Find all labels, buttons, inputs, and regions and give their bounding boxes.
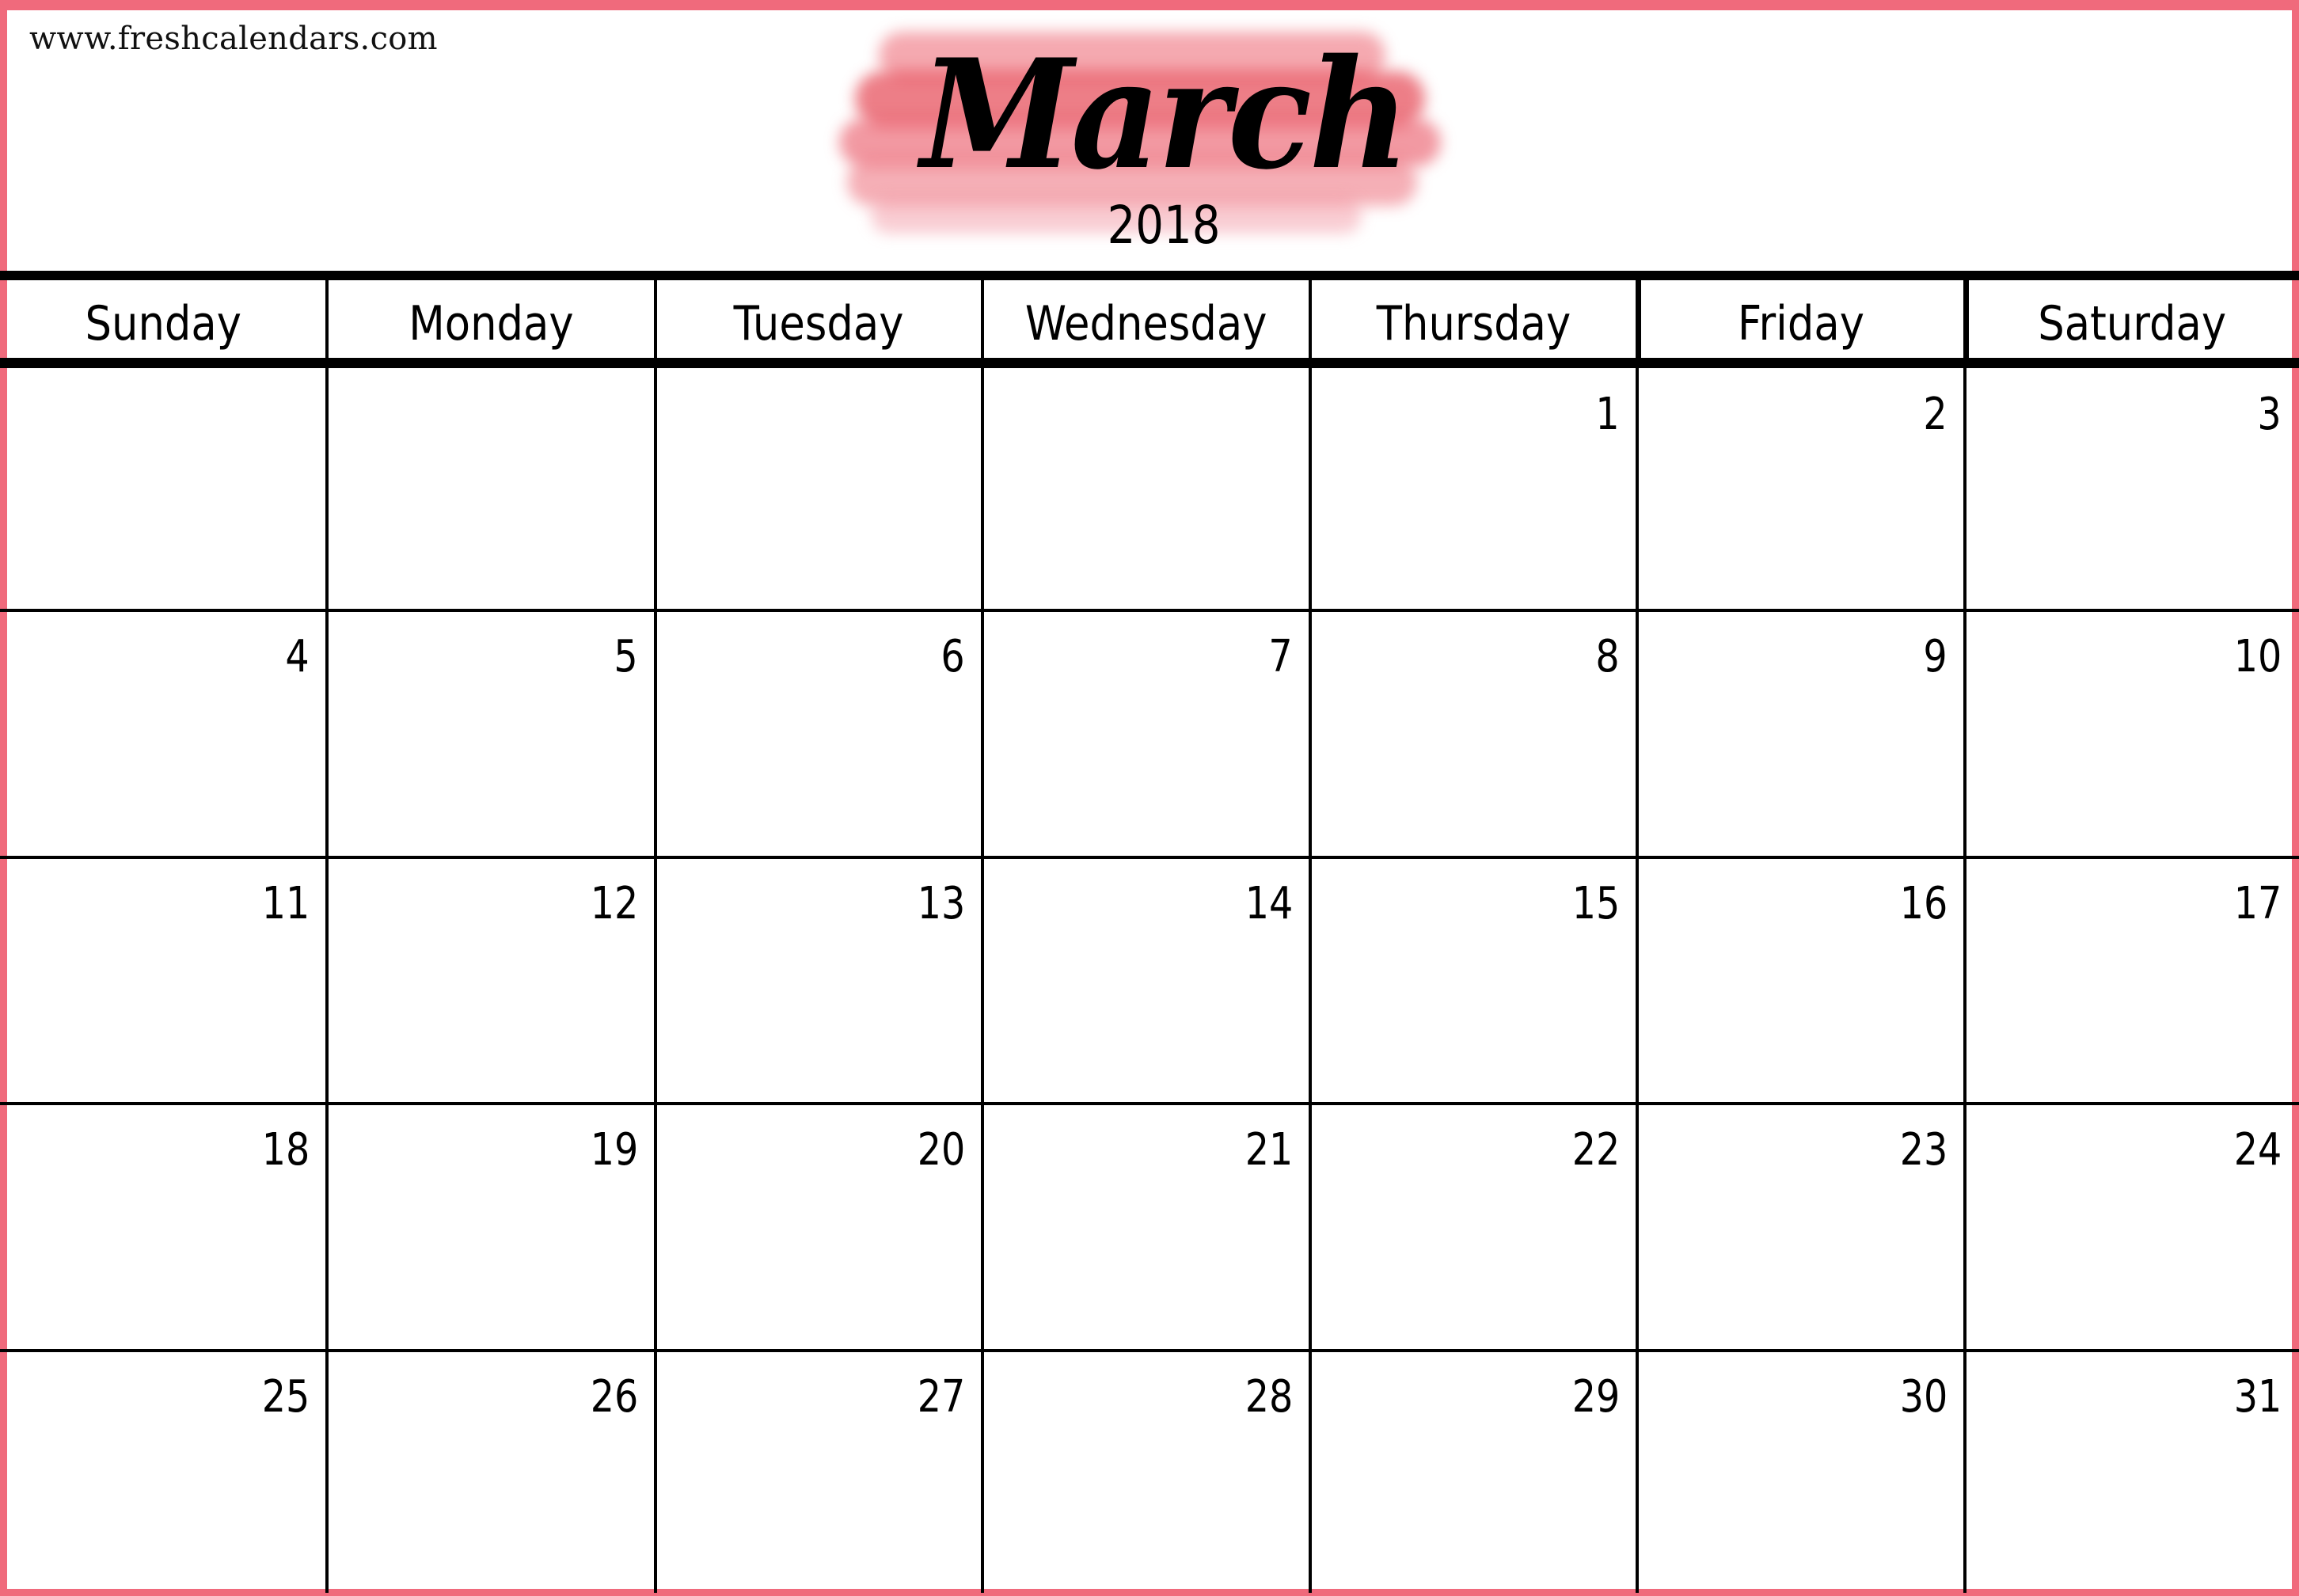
day-number: 22	[1571, 1124, 1620, 1176]
day-cell[interactable]: 20	[656, 1104, 982, 1351]
day-cell[interactable]: 7	[982, 610, 1310, 857]
empty-day-cell[interactable]	[982, 368, 1310, 610]
day-number: 4	[285, 631, 310, 682]
day-cell[interactable]: 27	[656, 1351, 982, 1593]
day-number: 9	[1923, 631, 1948, 682]
day-cell[interactable]: 23	[1637, 1104, 1965, 1351]
weekday-label: Monday	[408, 296, 574, 352]
day-number: 26	[590, 1371, 638, 1423]
day-number: 30	[1899, 1371, 1948, 1423]
day-cell[interactable]: 11	[0, 857, 327, 1104]
day-cell[interactable]: 22	[1310, 1104, 1637, 1351]
day-number: 24	[2233, 1124, 2282, 1176]
day-cell[interactable]: 2	[1637, 368, 1965, 610]
day-number: 10	[2233, 631, 2282, 682]
title-block: March 2018	[823, 16, 1504, 253]
day-cell[interactable]: 1	[1310, 368, 1637, 610]
day-number: 28	[1244, 1371, 1293, 1423]
day-number: 2	[1923, 389, 1948, 440]
month-title: March	[921, 26, 1410, 203]
year-title: 2018	[1107, 195, 1221, 256]
day-number: 17	[2233, 878, 2282, 929]
day-number: 1	[1595, 389, 1620, 440]
day-number: 21	[1244, 1124, 1293, 1176]
weekday-header-saturday: Saturday	[1965, 280, 2299, 358]
day-cell[interactable]: 28	[982, 1351, 1310, 1593]
weekday-label: Sunday	[85, 296, 242, 352]
empty-day-cell[interactable]	[0, 368, 327, 610]
day-cell[interactable]: 13	[656, 857, 982, 1104]
day-number: 8	[1595, 631, 1620, 682]
weekday-label: Saturday	[2038, 296, 2226, 352]
day-cell[interactable]: 4	[0, 610, 327, 857]
day-cell[interactable]: 21	[982, 1104, 1310, 1351]
day-cell[interactable]: 26	[327, 1351, 656, 1593]
day-number: 23	[1899, 1124, 1948, 1176]
day-cell[interactable]: 14	[982, 857, 1310, 1104]
calendar-grid: Sunday Monday Tuesday Wednesday Thursday Frid…	[0, 271, 2299, 1593]
weekday-header-monday: Monday	[327, 280, 656, 358]
weekday-header-friday: Friday	[1637, 280, 1965, 358]
day-cell[interactable]: 30	[1637, 1351, 1965, 1593]
day-cell[interactable]: 6	[656, 610, 982, 857]
day-cell[interactable]: 9	[1637, 610, 1965, 857]
day-number: 27	[917, 1371, 965, 1423]
day-number: 19	[590, 1124, 638, 1176]
day-number: 12	[590, 878, 638, 929]
weekday-label: Friday	[1737, 296, 1865, 352]
weekday-label: Wednesday	[1025, 296, 1267, 352]
weekday-header-tuesday: Tuesday	[656, 280, 982, 358]
day-number: 20	[917, 1124, 965, 1176]
day-cell[interactable]: 15	[1310, 857, 1637, 1104]
weekday-header-thursday: Thursday	[1310, 280, 1637, 358]
day-number: 6	[940, 631, 965, 682]
day-number: 7	[1268, 631, 1293, 682]
weekday-label: Tuesday	[734, 296, 904, 352]
day-number: 11	[261, 878, 310, 929]
day-cell[interactable]: 17	[1965, 857, 2299, 1104]
weekday-header-wednesday: Wednesday	[982, 280, 1310, 358]
empty-day-cell[interactable]	[327, 368, 656, 610]
day-cell[interactable]: 18	[0, 1104, 327, 1351]
weekday-header-sunday: Sunday	[0, 280, 327, 358]
day-cell[interactable]: 24	[1965, 1104, 2299, 1351]
day-number: 16	[1899, 878, 1948, 929]
day-cell[interactable]: 19	[327, 1104, 656, 1351]
day-cell[interactable]: 29	[1310, 1351, 1637, 1593]
day-cell[interactable]: 3	[1965, 368, 2299, 610]
day-cell[interactable]: 31	[1965, 1351, 2299, 1593]
day-number: 25	[261, 1371, 310, 1423]
day-cell[interactable]: 12	[327, 857, 656, 1104]
site-url[interactable]: www.freshcalendars.com	[29, 21, 438, 57]
day-number: 14	[1244, 878, 1293, 929]
day-number: 5	[614, 631, 638, 682]
day-number: 31	[2233, 1371, 2282, 1423]
day-number: 3	[2257, 389, 2282, 440]
day-number: 29	[1571, 1371, 1620, 1423]
day-number: 18	[261, 1124, 310, 1176]
day-number: 15	[1571, 878, 1620, 929]
empty-day-cell[interactable]	[656, 368, 982, 610]
weekday-label: Thursday	[1376, 296, 1571, 352]
day-cell[interactable]: 8	[1310, 610, 1637, 857]
day-cell[interactable]: 25	[0, 1351, 327, 1593]
day-cell[interactable]: 10	[1965, 610, 2299, 857]
day-cell[interactable]: 16	[1637, 857, 1965, 1104]
day-number: 13	[917, 878, 965, 929]
header-top-rule	[0, 271, 2299, 280]
day-cell[interactable]: 5	[327, 610, 656, 857]
header-bottom-rule	[0, 358, 2299, 368]
